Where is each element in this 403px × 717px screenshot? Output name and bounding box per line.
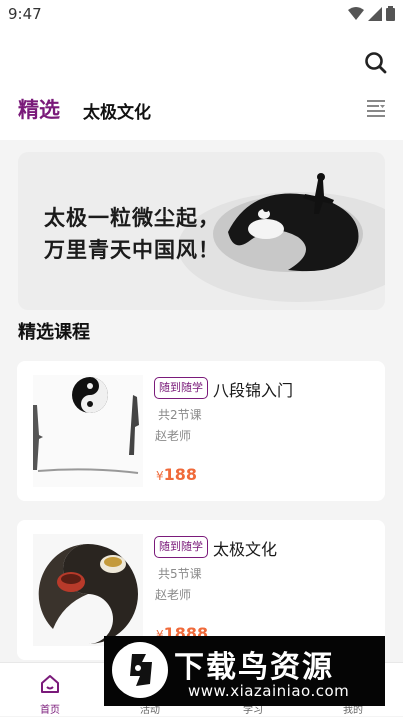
banner[interactable]: 太极一粒微尘起， 万里青天中国风！ — [18, 152, 385, 310]
course-tag: 随到随学 — [154, 536, 208, 558]
course-title: 太极文化 — [213, 540, 278, 559]
course-lesson-count: 共2节课 — [158, 408, 202, 422]
banner-line-2: 万里青天中国风！ — [44, 237, 220, 262]
tabbar-item-home[interactable]: 首页 — [0, 663, 100, 717]
watermark-url: www.xiazainiao.com — [188, 682, 350, 700]
tabbar-label-home: 首页 — [40, 705, 60, 716]
bird-icon — [130, 654, 152, 686]
course-price: ¥188 — [156, 465, 197, 484]
currency-symbol: ¥ — [156, 469, 164, 483]
course-teacher: 赵老师 — [155, 588, 192, 602]
wifi-icon — [348, 6, 364, 20]
tab-featured[interactable]: 精选 — [18, 94, 60, 124]
course-lesson-count: 共5节课 — [158, 567, 202, 581]
course-thumbnail — [33, 375, 143, 487]
tea-yin-yang-thumbnail-icon — [33, 534, 143, 646]
section-title: 精选课程 — [18, 322, 90, 343]
watermark: 下载鸟资源 www.xiazainiao.com — [104, 636, 385, 706]
category-menu-icon[interactable] — [365, 98, 387, 118]
home-icon — [41, 675, 59, 693]
status-time: 9:47 — [8, 5, 42, 23]
header: 精选 太极文化 — [0, 28, 403, 140]
signal-icon — [368, 6, 382, 21]
search-icon[interactable] — [363, 50, 389, 76]
course-card[interactable]: 随到随学 八段锦入门 共2节课 赵老师 ¥188 — [17, 361, 385, 501]
banner-line-1: 太极一粒微尘起， — [44, 205, 220, 230]
watermark-logo — [112, 642, 168, 698]
course-teacher: 赵老师 — [155, 429, 192, 443]
course-thumbnail — [33, 534, 143, 646]
status-icons — [348, 6, 395, 21]
status-bar: 9:47 — [0, 0, 403, 28]
battery-icon — [386, 6, 395, 21]
course-tag: 随到随学 — [154, 377, 208, 399]
price-value: 188 — [163, 465, 198, 484]
tab-taichi-culture[interactable]: 太极文化 — [83, 98, 151, 123]
yin-yang-thumbnail-icon — [33, 375, 143, 487]
course-title: 八段锦入门 — [213, 381, 294, 400]
watermark-text: 下载鸟资源 — [174, 650, 334, 685]
